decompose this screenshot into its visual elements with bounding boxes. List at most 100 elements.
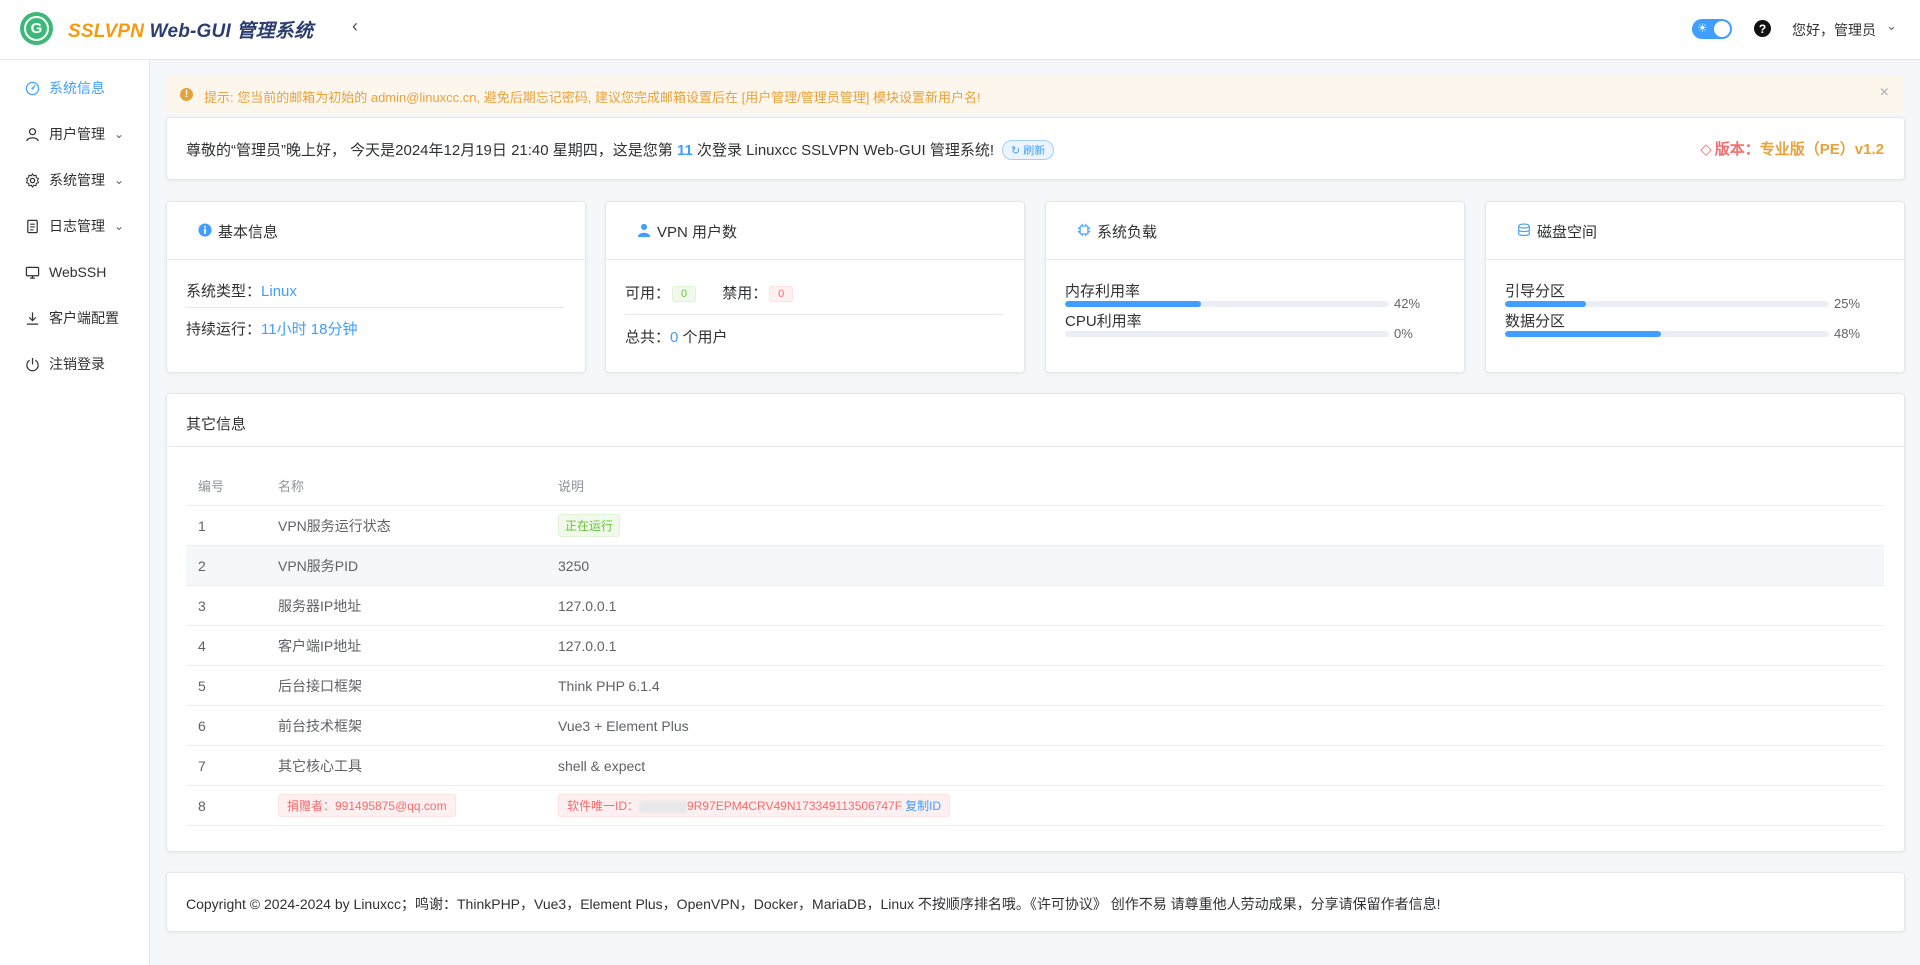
card-title: 基本信息: [197, 221, 278, 242]
user-status-row: 可用： 0 禁用： 0: [625, 282, 794, 303]
sidebar-item-label: WebSSH: [49, 264, 107, 280]
table-row: 3 服务器IP地址 127.0.0.1: [186, 585, 1884, 626]
sidebar-item-logout[interactable]: 注销登录: [0, 344, 149, 384]
dashboard-icon: [24, 80, 40, 96]
basic-info-card: 基本信息 系统类型：Linux 持续运行：11小时 18分钟: [166, 201, 586, 373]
logo-letter: G: [24, 16, 49, 41]
boot-partition-label: 引导分区: [1505, 283, 1566, 300]
table-header-row: 编号 名称 说明: [186, 466, 1884, 506]
boot-partition-percent: 25%: [1834, 296, 1861, 311]
cpu-usage-percent: 0%: [1394, 326, 1413, 341]
user-icon: [636, 223, 651, 241]
table-row: 7 其它核心工具 shell & expect: [186, 745, 1884, 786]
divider: [186, 307, 564, 308]
question-icon[interactable]: ?: [1754, 20, 1771, 37]
download-icon: [24, 310, 40, 326]
chevron-down-icon: ⌄: [114, 173, 125, 187]
memory-usage-fill: [1065, 301, 1202, 307]
table-row: 8 捐赠者：991495875@qq.com 软件唯一ID： 9R97EPM4CR…: [186, 785, 1884, 826]
boot-partition-fill: [1505, 301, 1586, 307]
card-header: VPN 用户数: [606, 202, 1024, 260]
card-title: VPN 用户数: [636, 221, 737, 242]
redacted-blur: [639, 800, 688, 813]
divider: [625, 314, 1003, 315]
alert-text: 提示: 您当前的邮箱为初始的 admin@linuxcc.cn, 避免后期忘记密…: [204, 90, 981, 105]
table-row: 5 后台接口框架 Think PHP 6.1.4: [186, 665, 1884, 706]
total-users-row: 总共：0 个用户: [625, 329, 728, 346]
table-row: 2 VPN服务PID 3250: [186, 545, 1884, 586]
card-header: 磁盘空间: [1486, 202, 1904, 260]
sun-icon: ☀: [1697, 21, 1708, 35]
sidebar-item-label: 日志管理: [49, 218, 105, 234]
diamond-icon: ◇: [1700, 141, 1712, 158]
top-header: G SSLVPN Web-GUI 管理系统 ‹ ☀ ? 您好，管理员 ⌄: [0, 0, 1920, 60]
chevron-down-icon: ⌄: [114, 127, 125, 141]
chevron-down-icon[interactable]: ⌄: [1886, 18, 1897, 34]
cpu-usage-label: CPU利用率: [1065, 313, 1142, 330]
chevron-left-icon[interactable]: ‹: [352, 16, 358, 37]
disk-space-card: 磁盘空间 引导分区 25% 数据分区 48%: [1485, 201, 1905, 373]
vpn-users-card: VPN 用户数 可用： 0 禁用： 0 总共：0 个用户: [605, 201, 1025, 373]
table-row: 1 VPN服务运行状态 正在运行: [186, 505, 1884, 546]
sidebar-item-client-config[interactable]: 客户端配置: [0, 298, 149, 338]
memory-usage-label: 内存利用率: [1065, 283, 1141, 300]
disabled-count-badge: 0: [769, 286, 794, 303]
refresh-icon: ↻: [1011, 145, 1021, 158]
user-menu[interactable]: 您好，管理员: [1792, 20, 1876, 40]
greeting-card: 尊敬的“管理员”晚上好， 今天是2024年12月19日 21:40 星期四，这是…: [166, 117, 1905, 180]
document-icon: [24, 218, 40, 234]
info-icon: [197, 223, 212, 241]
uptime-value: 11小时 18分钟: [261, 321, 358, 338]
donor-badge: 捐赠者：991495875@qq.com: [278, 794, 456, 817]
memory-usage-percent: 42%: [1394, 296, 1421, 311]
column-header-name: 名称: [278, 466, 558, 506]
refresh-button[interactable]: ↻ 刷新: [1002, 140, 1055, 161]
sidebar-item-label: 注销登录: [49, 356, 105, 372]
monitor-icon: [24, 264, 40, 280]
greeting-text: 尊敬的“管理员”晚上好， 今天是2024年12月19日 21:40 星期四，这是…: [186, 139, 1055, 161]
os-type-value: Linux: [261, 283, 297, 300]
memory-usage-bar: [1065, 301, 1389, 307]
column-header-desc: 说明: [558, 466, 1884, 506]
sidebar-item-label: 用户管理: [49, 126, 105, 142]
software-id-badge: 软件唯一ID： 9R97EPM4CRV49N173349113506747F 复制I…: [558, 794, 951, 817]
login-count: 11: [676, 142, 693, 159]
close-icon[interactable]: ×: [1880, 84, 1889, 102]
power-icon: [24, 356, 40, 372]
boot-partition-bar: [1505, 301, 1829, 307]
sidebar-item-webssh[interactable]: WebSSH: [0, 252, 149, 292]
cpu-usage-bar: [1065, 331, 1389, 337]
alert-banner: ! 提示: 您当前的邮箱为初始的 admin@linuxcc.cn, 避免后期忘…: [166, 76, 1904, 113]
app-title: SSLVPN Web-GUI 管理系统: [68, 21, 314, 42]
copy-id-link[interactable]: 复制ID: [905, 799, 941, 813]
data-partition-label: 数据分区: [1505, 313, 1566, 330]
sidebar-item-label: 客户端配置: [49, 310, 119, 326]
card-title: 磁盘空间: [1516, 221, 1597, 242]
chevron-down-icon: ⌄: [114, 219, 125, 233]
system-load-card: 系统负载 内存利用率 42% CPU利用率 0%: [1045, 201, 1465, 373]
available-count-badge: 0: [672, 286, 697, 303]
database-icon: [1516, 223, 1531, 241]
sidebar-item-system-management[interactable]: 系统管理 ⌄: [0, 160, 149, 200]
card-header: 系统负载: [1046, 202, 1464, 260]
footer: Copyright © 2024-2024 by Linuxcc；鸣谢：Thin…: [166, 872, 1905, 932]
sidebar-item-system-info[interactable]: 系统信息: [0, 68, 149, 108]
info-table: 编号 名称 说明 1 VPN服务运行状态 正在运行 2 VPN服务PID 325…: [186, 466, 1884, 826]
warning-icon: !: [180, 88, 193, 101]
uptime-row: 持续运行：11小时 18分钟: [186, 321, 358, 338]
app-logo[interactable]: G: [20, 12, 53, 45]
table-row: 6 前台技术框架 Vue3 + Element Plus: [186, 705, 1884, 746]
sidebar-item-log-management[interactable]: 日志管理 ⌄: [0, 206, 149, 246]
data-partition-bar: [1505, 331, 1829, 337]
card-header: 基本信息: [167, 202, 585, 260]
theme-toggle[interactable]: ☀: [1692, 19, 1732, 39]
sidebar-item-user-management[interactable]: 用户管理 ⌄: [0, 114, 149, 154]
gear-icon: [24, 172, 40, 188]
data-partition-percent: 48%: [1834, 326, 1861, 341]
card-title: 其它信息: [186, 416, 247, 433]
sidebar-item-label: 系统管理: [49, 172, 105, 188]
card-header: 其它信息: [167, 394, 1904, 447]
card-title: 系统负载: [1076, 221, 1157, 242]
sidebar-item-label: 系统信息: [49, 80, 105, 96]
other-info-card: 其它信息 编号 名称 说明 1 VPN服务运行状态 正在运行 2 VPN服务PI…: [166, 393, 1905, 852]
